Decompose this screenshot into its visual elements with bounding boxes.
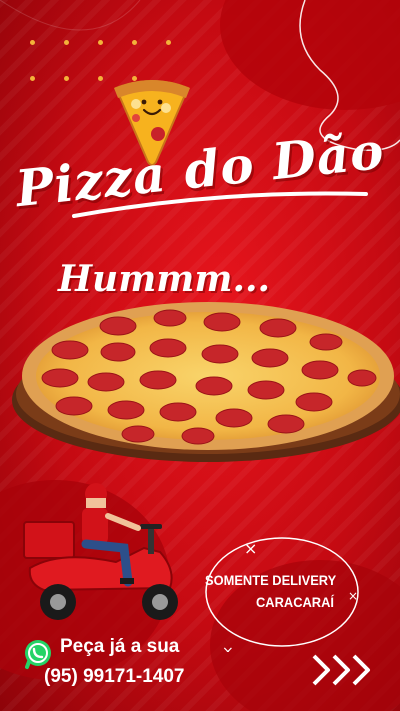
pizza-icon: [12, 302, 400, 462]
promo-poster: Pizza do Dão Hummm... × × × SOMENTE DELI…: [0, 0, 400, 711]
badge-line2: CARACARAÍ: [256, 594, 334, 610]
phone-number[interactable]: (95) 99171-1407: [44, 666, 185, 688]
title-underline: [72, 191, 368, 218]
chevron-right-icon: [312, 654, 370, 686]
badge-line1: SOMENTE DELIVERY: [205, 572, 337, 588]
svg-text:×: ×: [222, 644, 234, 652]
delivery-badge: × × ×: [205, 537, 359, 652]
cta-text: Peça já a sua: [60, 636, 180, 657]
svg-text:×: ×: [244, 539, 257, 558]
svg-text:×: ×: [348, 589, 358, 603]
delivery-scooter-icon: [23, 483, 178, 620]
